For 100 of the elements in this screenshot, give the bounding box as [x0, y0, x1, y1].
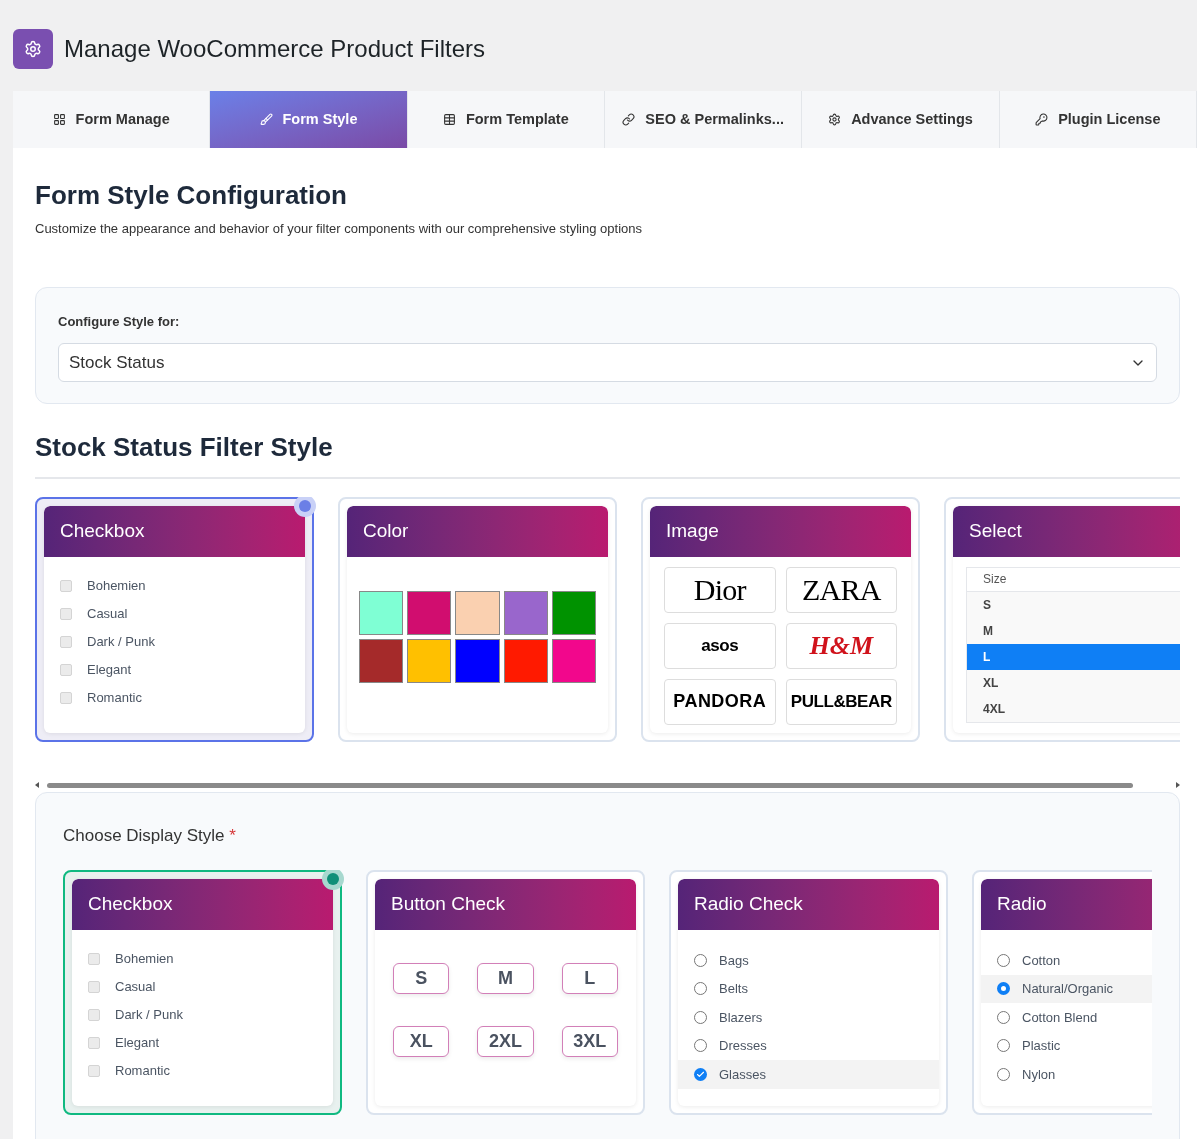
- tab[interactable]: Form Style: [210, 91, 408, 148]
- required-mark: *: [229, 825, 236, 845]
- size-button[interactable]: XL: [393, 1026, 450, 1057]
- style-card[interactable]: Radio Check Bags Belts Blazers Dresses Glasses: [669, 870, 948, 1115]
- list-header: Size: [967, 567, 1180, 592]
- list-option[interactable]: XL: [967, 669, 1180, 696]
- size-button[interactable]: M: [477, 963, 534, 994]
- tab[interactable]: Advance Settings: [802, 91, 1000, 148]
- brand-logo[interactable]: Dior: [664, 566, 776, 613]
- tab[interactable]: Plugin License: [999, 91, 1197, 148]
- option-label: Casual: [87, 604, 128, 623]
- card-title: Image: [666, 518, 719, 543]
- radio-button[interactable]: [694, 1010, 707, 1024]
- option-label: Elegant: [115, 1034, 160, 1053]
- section-description: Customize the appearance and behavior of your filter components with our comprehensive styling options: [35, 220, 643, 238]
- list-option[interactable]: L: [967, 643, 1180, 670]
- option-label: Belts: [719, 980, 748, 998]
- checkbox[interactable]: [88, 1037, 100, 1049]
- subsection-title: Stock Status Filter Style: [35, 427, 1180, 479]
- card-title: Color: [363, 518, 409, 543]
- color-swatch[interactable]: [407, 638, 452, 683]
- radio-button[interactable]: [997, 1039, 1010, 1053]
- radio-button[interactable]: [694, 953, 707, 967]
- page-title: Manage WooCommerce Product Filters: [64, 33, 486, 64]
- option-label: Nylon: [1022, 1065, 1056, 1084]
- style-card[interactable]: Checkbox Bohemien Casual Dark / Punk Elegant Romantic: [35, 496, 314, 742]
- checkbox[interactable]: [60, 663, 72, 676]
- card-title: Checkbox: [88, 892, 173, 917]
- tab[interactable]: SEO & Permalinks...: [605, 91, 803, 148]
- tab[interactable]: Form Template: [407, 91, 605, 148]
- radio-button[interactable]: [997, 982, 1010, 996]
- field-label: Configure Style for:: [58, 312, 181, 331]
- style-card[interactable]: Color: [338, 496, 617, 742]
- horizontal-scrollbar[interactable]: [35, 779, 1180, 790]
- color-swatch[interactable]: [359, 638, 404, 683]
- gear-icon: [24, 39, 42, 58]
- size-button[interactable]: S: [393, 963, 450, 994]
- option-label: Blazers: [719, 1008, 763, 1027]
- gear-icon: [828, 113, 842, 126]
- link-icon: [622, 113, 636, 126]
- option-label: Bohemien: [115, 950, 174, 969]
- brand-logo[interactable]: PANDORA: [664, 678, 776, 725]
- option-label: Dark / Punk: [115, 1006, 183, 1025]
- radio-button[interactable]: [997, 1067, 1010, 1081]
- checked-radio-icon[interactable]: [694, 1067, 707, 1081]
- option-label: Casual: [115, 978, 156, 997]
- style-card[interactable]: Button Check S M L XL 2XL 3XL: [366, 870, 645, 1115]
- option-label: Bohemien: [87, 576, 146, 595]
- option-label: Cotton Blend: [1022, 1008, 1098, 1027]
- brand-logo[interactable]: ZARA: [785, 566, 897, 613]
- radio-button[interactable]: [997, 1010, 1010, 1024]
- checkbox[interactable]: [60, 635, 72, 648]
- option-label: Glasses: [719, 1065, 766, 1084]
- brand-logo[interactable]: H&M: [785, 622, 897, 669]
- card-title: Radio Check: [694, 892, 803, 917]
- size-button[interactable]: 3XL: [561, 1026, 618, 1057]
- radio-button[interactable]: [694, 982, 707, 996]
- color-swatch[interactable]: [455, 590, 500, 635]
- checkbox[interactable]: [88, 1009, 100, 1021]
- color-swatch[interactable]: [551, 590, 596, 635]
- color-swatch[interactable]: [551, 638, 596, 683]
- color-swatch[interactable]: [455, 638, 500, 683]
- radio-button[interactable]: [694, 1039, 707, 1053]
- card-title: Select: [969, 518, 1022, 543]
- checkbox[interactable]: [60, 691, 72, 704]
- color-swatch[interactable]: [407, 590, 452, 635]
- list-box[interactable]: Size S M L XL 4XL: [966, 566, 1180, 723]
- checkbox[interactable]: [60, 579, 72, 592]
- size-button[interactable]: 2XL: [477, 1026, 534, 1057]
- check-icon: [696, 1069, 705, 1079]
- color-swatch[interactable]: [503, 590, 548, 635]
- card-title: Button Check: [391, 892, 506, 917]
- style-card[interactable]: Image Dior ZARA asos H&M PANDORA PULL&BEAR: [641, 496, 920, 742]
- option-label: Dresses: [719, 1037, 767, 1055]
- card-title: Checkbox: [60, 518, 145, 543]
- select-field[interactable]: Stock Status: [58, 343, 1157, 382]
- style-card[interactable]: Checkbox Bohemien Casual Dark / Punk Elegant Romantic: [63, 870, 342, 1115]
- grid-icon: [52, 113, 66, 126]
- option-label: Dark / Punk: [87, 632, 155, 651]
- field-label: Choose Display Style: [63, 825, 225, 845]
- option-label: Elegant: [87, 660, 132, 679]
- size-button[interactable]: L: [561, 963, 618, 994]
- list-option[interactable]: S: [967, 591, 1180, 618]
- list-option[interactable]: 4XL: [967, 695, 1180, 722]
- checkbox[interactable]: [88, 953, 100, 965]
- list-option[interactable]: M: [967, 617, 1180, 644]
- radio-button[interactable]: [997, 953, 1010, 967]
- color-swatch[interactable]: [503, 638, 548, 683]
- brand-logo[interactable]: asos: [664, 622, 776, 669]
- option-label: Romantic: [87, 688, 142, 707]
- checkbox[interactable]: [60, 607, 72, 620]
- table-icon: [442, 113, 456, 126]
- checkbox[interactable]: [88, 981, 100, 993]
- brand-logo[interactable]: PULL&BEAR: [785, 678, 897, 725]
- brush-icon: [259, 113, 273, 126]
- style-card[interactable]: Radio Cotton Natural/Organic Cotton Blend Plastic Nylon: [972, 870, 1152, 1115]
- color-swatch[interactable]: [359, 590, 404, 635]
- checkbox[interactable]: [88, 1065, 100, 1077]
- selected-indicator-icon: [322, 870, 344, 890]
- style-card[interactable]: Select Size S M L XL 4XL: [944, 496, 1180, 742]
